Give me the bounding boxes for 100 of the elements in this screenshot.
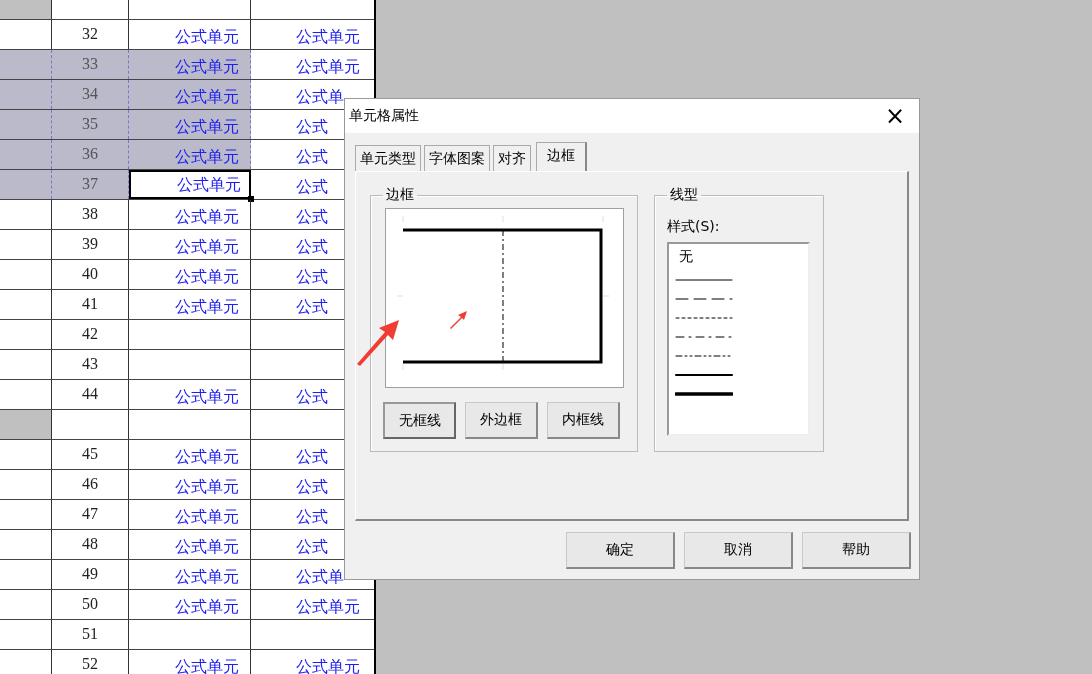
arrow-icon (355, 318, 401, 366)
formula-cell: 公式单元 (175, 268, 239, 286)
formula-cell: 公式单元 (175, 238, 239, 256)
tab[interactable]: 字体图案 (424, 145, 490, 171)
group-title: 线型 (669, 186, 699, 204)
formula-cell: 公式单元 (175, 388, 239, 406)
close-button[interactable]: × (870, 102, 919, 130)
table-cell[interactable]: 公式单元 (129, 50, 251, 79)
table-cell[interactable]: 公式单元 (129, 440, 251, 469)
formula-cell: 公式单元 (175, 508, 239, 526)
formula-cell: 公式单元 (175, 88, 239, 106)
row-number: 51 (82, 625, 98, 643)
table-cell[interactable]: 公式单元 (129, 20, 251, 49)
dialog-button[interactable]: 确定 (566, 532, 675, 569)
row-number: 40 (82, 265, 98, 283)
row-number: 35 (82, 115, 98, 133)
row-number: 39 (82, 235, 98, 253)
row-number: 33 (82, 55, 98, 73)
row-number: 37 (82, 175, 98, 193)
formula-cell: 公式单元 (175, 478, 239, 496)
dialog-button[interactable]: 帮助 (802, 532, 911, 569)
formula-cell: 公式单元 (175, 298, 239, 316)
table-cell[interactable]: 公式单元 (129, 260, 251, 289)
table-cell[interactable]: 公式单元 (129, 530, 251, 559)
table-cell[interactable]: 公式单元 (129, 500, 251, 529)
border-button[interactable]: 外边框 (465, 402, 538, 439)
formula-cell: 公式单元 (296, 598, 360, 616)
list-item[interactable]: 无 (675, 248, 693, 264)
table-cell[interactable]: 公式单元 (129, 650, 251, 674)
formula-cell: 公式单 (296, 568, 344, 586)
row-number: 34 (82, 85, 98, 103)
table-cell[interactable]: 公式单元 (129, 470, 251, 499)
row-header (0, 410, 52, 439)
formula-cell: 公式单元 (175, 208, 239, 226)
table-cell[interactable]: 公式单元 (129, 560, 251, 589)
formula-cell: 公式单元 (175, 598, 239, 616)
row-number: 50 (82, 595, 98, 613)
fill-handle[interactable] (248, 196, 254, 202)
row-number: 42 (82, 325, 98, 343)
formula-cell: 公式单元 (296, 28, 360, 46)
formula-cell: 公式单元 (175, 58, 239, 76)
row-number: 43 (82, 355, 98, 373)
table-cell[interactable]: 公式单元 (129, 290, 251, 319)
formula-cell: 公式 (296, 478, 328, 496)
formula-cell: 公式 (296, 508, 328, 526)
row-number: 52 (82, 655, 98, 673)
row-header (0, 0, 52, 19)
formula-cell: 公式 (296, 208, 328, 226)
formula-cell: 公式单元 (175, 118, 239, 136)
tab[interactable]: 单元类型 (355, 145, 421, 171)
formula-cell: 公式单元 (177, 176, 241, 194)
table-cell[interactable]: 公式单元 (129, 380, 251, 409)
formula-cell: 公式单元 (296, 658, 360, 674)
style-label: 样式(S): (667, 218, 721, 236)
dialog-button[interactable]: 取消 (684, 532, 793, 569)
row-number: 44 (82, 385, 98, 403)
line-style-option[interactable] (675, 391, 733, 397)
border-button[interactable]: 无框线 (383, 402, 456, 439)
formula-cell: 公式单元 (175, 538, 239, 556)
table-cell[interactable]: 公式单元 (129, 230, 251, 259)
window-title: 单元格属性 (349, 107, 419, 125)
border-button[interactable]: 内框线 (547, 402, 620, 439)
row-number: 45 (82, 445, 98, 463)
group-title: 边框 (385, 186, 415, 204)
table-cell[interactable]: 公式单元 (129, 80, 251, 109)
line-style-option[interactable] (675, 372, 733, 378)
formula-cell: 公式单 (296, 88, 344, 106)
formula-cell: 公式单元 (175, 658, 239, 674)
formula-cell: 公式 (296, 298, 328, 316)
row-number: 49 (82, 565, 98, 583)
tab[interactable]: 对齐 (493, 145, 531, 171)
border-preview-drawing[interactable] (385, 208, 624, 388)
table-cell[interactable]: 公式单元 (129, 200, 251, 229)
formula-cell: 公式 (296, 118, 328, 136)
row-number: 32 (82, 25, 98, 43)
formula-cell: 公式 (296, 178, 328, 196)
row-number: 36 (82, 145, 98, 163)
line-style-list[interactable]: 无 (667, 242, 810, 436)
formula-cell: 公式单元 (175, 448, 239, 466)
table-cell[interactable]: 公式单元 (129, 590, 251, 619)
row-number: 46 (82, 475, 98, 493)
formula-cell: 公式单元 (175, 568, 239, 586)
formula-cell: 公式 (296, 148, 328, 166)
formula-cell: 公式 (296, 238, 328, 256)
table-cell[interactable]: 公式单元 (129, 140, 251, 169)
row-number: 38 (82, 205, 98, 223)
formula-cell: 公式 (296, 268, 328, 286)
table-cell[interactable]: 公式单元 (129, 110, 251, 139)
formula-cell: 公式 (296, 388, 328, 406)
row-number: 47 (82, 505, 98, 523)
formula-cell: 公式单元 (175, 148, 239, 166)
formula-cell: 公式 (296, 538, 328, 556)
formula-cell: 公式 (296, 448, 328, 466)
tab[interactable]: 边框 (536, 142, 587, 172)
table-cell[interactable]: 公式单元 (129, 170, 251, 199)
arrow-icon (449, 310, 469, 330)
row-number: 41 (82, 295, 98, 313)
row-number: 48 (82, 535, 98, 553)
formula-cell: 公式单元 (296, 58, 360, 76)
formula-cell: 公式单元 (175, 28, 239, 46)
